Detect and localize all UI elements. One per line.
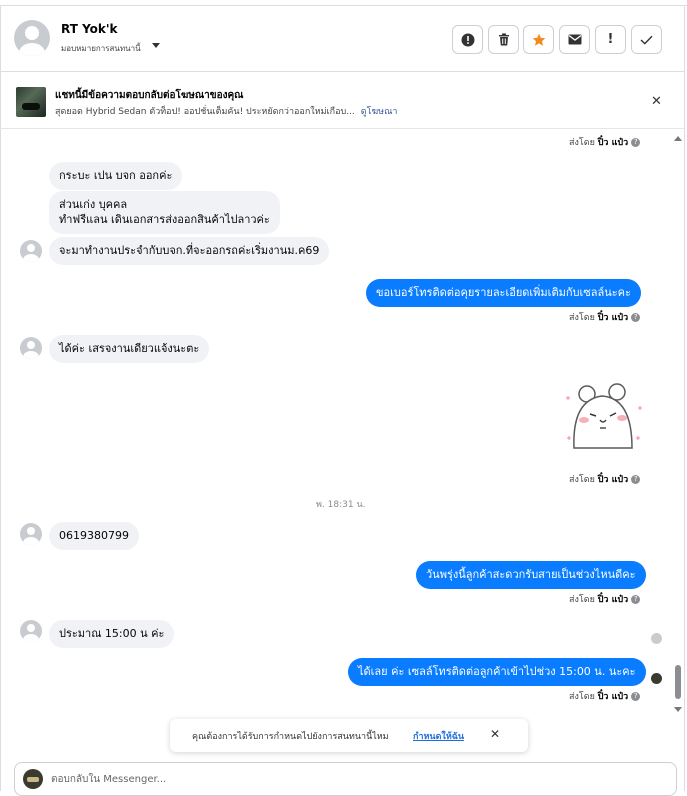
sent-by-label: ส่งโดย ปิ๋ว แป๋ว?	[569, 310, 641, 324]
messenger-thread-panel: RT Yok'k มอบหมายการสนทนานี้ ! แชทนี้มีข้…	[0, 0, 687, 796]
trash-icon	[498, 33, 509, 46]
ad-thumbnail[interactable]	[16, 87, 46, 117]
ad-context-bar: แชทนี้มีข้อความตอบกลับต่อโฆษณาของคุณ สุด…	[0, 73, 684, 129]
star-button[interactable]	[523, 25, 554, 54]
ad-description-text: สุดยอด Hybrid Sedan ตัวท็อป! ออปชั่นเต็ม…	[55, 107, 355, 117]
sent-by-name: ปิ๋ว แป๋ว	[597, 692, 629, 702]
sent-by-name: ปิ๋ว แป๋ว	[597, 475, 629, 485]
incoming-message[interactable]: ส่วนเก่ง บุคคล ทำฟรีแลน เดินเอกสารส่งออก…	[49, 191, 280, 234]
assign-to-me-link[interactable]: กำหนดให้ฉัน	[413, 729, 464, 743]
sent-by-name: ปิ๋ว แป๋ว	[597, 138, 629, 148]
incoming-message[interactable]: ได้ค่ะ เสรจงานเดียวแจ้งนะตะ	[49, 335, 210, 363]
message-line: ทำฟรีแลน เดินเอกสารส่งออกสินค้าไปลาวค่ะ	[59, 213, 270, 226]
conversation-header: RT Yok'k มอบหมายการสนทนานี้ !	[0, 6, 684, 72]
ad-title: แชทนี้มีข้อความตอบกลับต่อโฆษณาของคุณ	[55, 90, 244, 101]
incoming-message[interactable]: กระบะ เปน บจก ออกค่ะ	[49, 162, 183, 190]
trash-button[interactable]	[488, 25, 519, 54]
sent-by-name: ปิ๋ว แป๋ว	[597, 313, 629, 323]
seen-avatar	[651, 673, 662, 684]
message-list: ส่งโดย ปิ๋ว แป๋ว? กระบะ เปน บจก ออกค่ะ ส…	[0, 130, 672, 720]
incoming-message[interactable]: 0619380799	[49, 522, 139, 550]
help-icon[interactable]: ?	[631, 313, 641, 322]
star-icon	[532, 33, 545, 46]
sent-by-label: ส่งโดย ปิ๋ว แป๋ว?	[569, 135, 641, 149]
avatar[interactable]	[20, 337, 42, 359]
sent-by-label: ส่งโดย ปิ๋ว แป๋ว?	[569, 689, 641, 703]
help-icon[interactable]: ?	[631, 138, 641, 147]
bear-sticker[interactable]	[562, 378, 646, 456]
contact-name[interactable]: RT Yok'k	[61, 22, 118, 36]
important-button[interactable]: !	[595, 25, 626, 54]
mark-unread-button[interactable]	[559, 25, 590, 54]
exclamation-icon: !	[607, 32, 614, 47]
incoming-message[interactable]: ประมาณ 15:00 น ค่ะ	[49, 620, 175, 648]
right-border	[684, 5, 685, 791]
sent-by-prefix: ส่งโดย	[569, 475, 595, 485]
sent-by-prefix: ส่งโดย	[569, 313, 595, 323]
sent-by-prefix: ส่งโดย	[569, 595, 595, 605]
alert-circle-button[interactable]	[452, 25, 483, 54]
incoming-message[interactable]: จะมาทำงานประจำกับบจก.ที่จะออกรถค่ะเริ่มง…	[49, 237, 330, 265]
assign-prompt-toast: คุณต้องการได้รับการกำหนดไปยังการสนทนานี้…	[170, 719, 528, 752]
avatar[interactable]	[20, 523, 42, 545]
avatar[interactable]	[14, 20, 50, 56]
assign-prompt-text: คุณต้องการได้รับการกำหนดไปยังการสนทนานี้…	[192, 732, 389, 742]
envelope-icon	[568, 34, 581, 45]
seen-avatar	[651, 633, 662, 644]
avatar[interactable]	[20, 240, 42, 262]
checkmark-icon	[640, 35, 653, 45]
help-icon[interactable]: ?	[631, 595, 641, 604]
alert-circle-icon	[461, 33, 474, 46]
reply-input-placeholder[interactable]: ตอบกลับใน Messenger...	[51, 772, 166, 787]
done-button[interactable]	[631, 25, 662, 54]
message-line: ส่วนเก่ง บุคคล	[59, 198, 128, 211]
outgoing-message[interactable]: ขอเบอร์โทรติดต่อคุยรายละเอียดเพิ่มเติมกั…	[366, 279, 641, 307]
outgoing-message[interactable]: ได้เลย ค่ะ เซลล์โทรติดต่อลูกค้าเข้าไปช่ว…	[348, 658, 646, 686]
close-icon[interactable]: ✕	[651, 94, 662, 109]
scrollbar[interactable]	[674, 130, 682, 715]
view-ad-link[interactable]: ดูโฆษณา	[361, 107, 398, 117]
sent-by-name: ปิ๋ว แป๋ว	[597, 595, 629, 605]
chevron-down-icon[interactable]	[152, 43, 160, 48]
scroll-up-arrow-icon[interactable]	[674, 136, 682, 141]
time-separator: พ. 18:31 น.	[316, 500, 366, 510]
sent-by-label: ส่งโดย ปิ๋ว แป๋ว?	[569, 472, 641, 486]
sent-by-label: ส่งโดย ปิ๋ว แป๋ว?	[569, 592, 641, 606]
page-avatar	[23, 769, 43, 789]
sent-by-prefix: ส่งโดย	[569, 138, 595, 148]
avatar[interactable]	[20, 620, 42, 642]
outgoing-message[interactable]: วันพรุ่งนี้ลูกค้าสะดวกรับสายเป็นช่วงไหนด…	[416, 561, 646, 589]
scrollbar-thumb[interactable]	[675, 665, 681, 699]
assign-conversation-dropdown[interactable]: มอบหมายการสนทนานี้	[61, 42, 141, 55]
help-icon[interactable]: ?	[631, 475, 641, 484]
scroll-down-arrow-icon[interactable]	[674, 707, 682, 712]
help-icon[interactable]: ?	[631, 692, 641, 701]
sent-by-prefix: ส่งโดย	[569, 692, 595, 702]
close-icon[interactable]: ✕	[490, 727, 500, 741]
ad-description: สุดยอด Hybrid Sedan ตัวท็อป! ออปชั่นเต็ม…	[55, 104, 397, 118]
